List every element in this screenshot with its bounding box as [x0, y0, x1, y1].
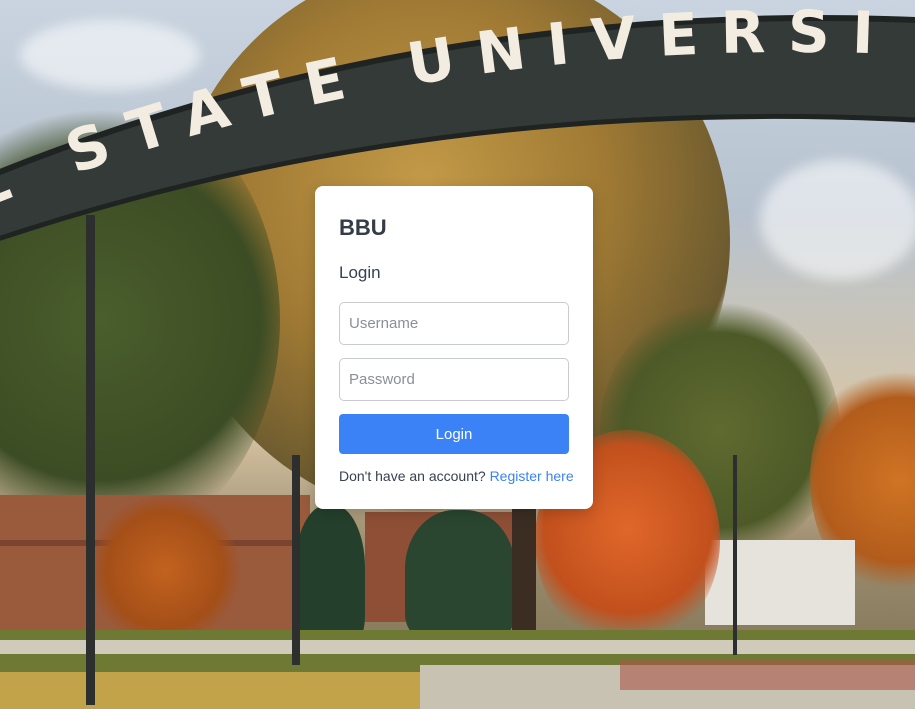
- login-button[interactable]: Login: [339, 414, 569, 454]
- password-input[interactable]: [339, 358, 569, 401]
- username-input[interactable]: [339, 302, 569, 345]
- login-card: BBU Login Login Don't have an account? R…: [315, 186, 593, 509]
- register-link[interactable]: Register here: [490, 468, 574, 484]
- brand-title: BBU: [339, 215, 387, 240]
- login-heading: Login: [339, 263, 381, 282]
- register-row: Don't have an account? Register here: [339, 468, 574, 484]
- register-prompt: Don't have an account?: [339, 468, 486, 484]
